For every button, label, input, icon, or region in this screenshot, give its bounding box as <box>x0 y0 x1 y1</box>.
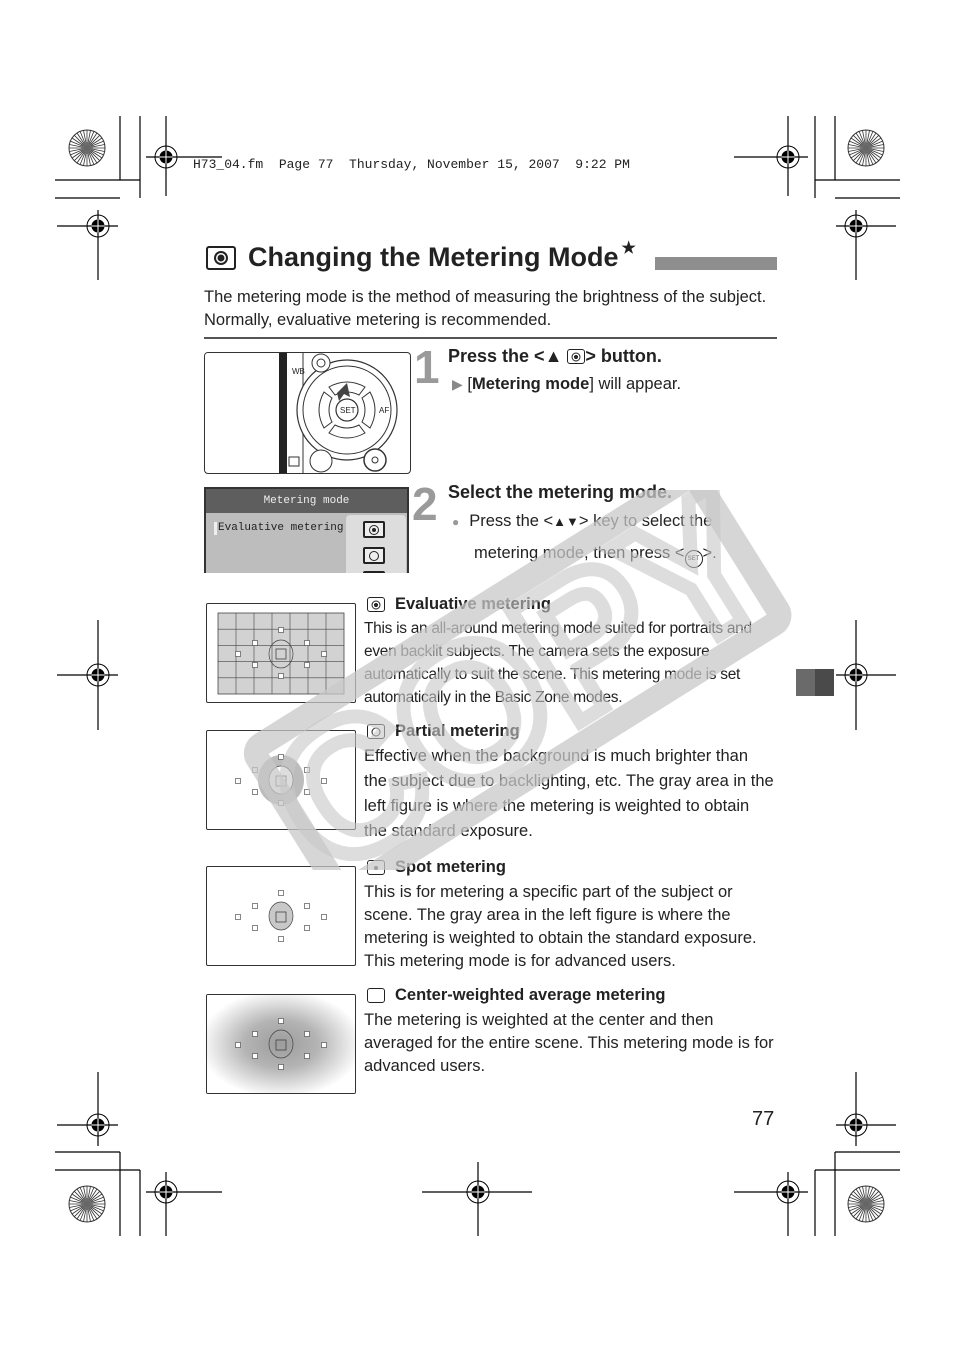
chapter-tab <box>796 669 834 696</box>
bullet-icon: ● <box>452 515 460 529</box>
af-point <box>252 789 258 795</box>
spot-metering-description: This is for metering a specific part of … <box>364 883 757 970</box>
af-point <box>321 651 327 657</box>
center-weighted-metering-figure <box>206 994 356 1094</box>
evaluative-metering-icon <box>363 521 385 538</box>
print-header-file: H73_04.fm <box>193 157 264 172</box>
af-point <box>321 778 327 784</box>
page-title-text: Changing the Metering Mode <box>248 242 619 272</box>
af-point <box>252 1031 258 1037</box>
step-1-result: ▶ [Metering mode] will appear. <box>452 375 682 393</box>
af-point <box>278 627 284 633</box>
page-title: Changing the Metering Mode ★ <box>206 240 636 273</box>
af-point <box>252 925 258 931</box>
step-1-title: Press the <▲ > button. <box>448 346 662 366</box>
center-weighted-metering-icon <box>367 988 385 1003</box>
spot-metering-figure <box>206 866 356 966</box>
print-header-date: Thursday, November 15, 2007 <box>349 157 560 172</box>
star-icon: ★ <box>621 239 636 257</box>
af-point <box>304 640 310 646</box>
step-number-2: 2 <box>412 478 438 530</box>
evaluative-metering-figure <box>206 603 356 703</box>
spot-metering-icon <box>367 860 385 875</box>
print-header-page: Page 77 <box>278 157 334 172</box>
lcd-header: Metering mode <box>206 489 407 513</box>
center-circle <box>268 765 294 795</box>
intro-paragraph: The metering mode is the method of measu… <box>204 288 767 329</box>
step-2-text: ● Press the <▲▼> key to select the meteri… <box>452 509 782 568</box>
result-arrow-icon: ▶ <box>452 376 463 392</box>
evaluative-metering-heading: Evaluative metering <box>367 595 551 614</box>
af-point <box>304 1053 310 1059</box>
spot-metering-heading: Spot metering <box>367 858 506 877</box>
step-2-title: Select the metering mode. <box>448 482 673 502</box>
set-label: SET <box>340 406 356 415</box>
camera-back-illustration: WB SET AF <box>204 352 411 474</box>
camera-controls-drawing: WB SET AF <box>205 353 398 473</box>
af-point <box>235 778 241 784</box>
partial-metering-description: Effective when the background is much br… <box>364 747 774 840</box>
partial-metering-icon <box>367 724 385 739</box>
af-point <box>304 903 310 909</box>
af-point <box>235 914 241 920</box>
evaluative-metering-icon <box>567 349 586 364</box>
wb-label: WB <box>292 367 305 376</box>
af-point <box>304 925 310 931</box>
af-point <box>278 890 284 896</box>
evaluative-metering-icon <box>367 597 385 612</box>
page-number: 77 <box>752 1108 775 1130</box>
step-number-1: 1 <box>414 341 440 393</box>
af-point <box>278 1018 284 1024</box>
partial-metering-heading: Partial metering <box>367 722 520 741</box>
af-point <box>304 767 310 773</box>
divider <box>204 337 777 339</box>
af-point <box>235 651 241 657</box>
af-point <box>278 936 284 942</box>
af-point <box>321 1042 327 1048</box>
af-point <box>278 1064 284 1070</box>
up-down-arrow-icon: ▲▼ <box>553 514 579 529</box>
center-weighted-area <box>207 995 355 1093</box>
up-arrow-icon: ▲ <box>544 346 563 366</box>
spot-metering-icon <box>363 571 385 573</box>
partial-metering-figure <box>206 730 356 830</box>
af-point <box>252 640 258 646</box>
lcd-selected-item: Evaluative metering <box>213 522 344 535</box>
evaluative-metering-description: This is an all-around metering mode suit… <box>364 620 752 706</box>
af-point <box>252 767 258 773</box>
af-point <box>278 673 284 679</box>
center-weighted-metering-description: The metering is weighted at the center a… <box>364 1011 774 1075</box>
af-point <box>304 1031 310 1037</box>
title-bar-decoration <box>655 257 777 270</box>
lcd-mode-icons <box>346 515 406 573</box>
af-point <box>278 800 284 806</box>
print-header: H73_04.fm Page 77 Thursday, November 15,… <box>193 157 630 172</box>
partial-metering-icon <box>363 547 385 564</box>
af-point <box>304 662 310 668</box>
af-point <box>304 789 310 795</box>
set-button-icon: SET <box>684 550 703 568</box>
af-point <box>235 1042 241 1048</box>
af-point <box>252 1053 258 1059</box>
spot-metering-area <box>268 901 294 931</box>
af-label: AF <box>379 406 389 415</box>
af-point <box>252 903 258 909</box>
af-point <box>252 662 258 668</box>
af-point <box>278 754 284 760</box>
evaluative-metering-icon <box>206 245 236 270</box>
lcd-metering-mode-screen: Metering mode Evaluative metering <box>204 487 409 573</box>
print-header-time: 9:22 PM <box>575 157 630 172</box>
af-point <box>321 914 327 920</box>
center-weighted-metering-heading: Center-weighted average metering <box>367 986 666 1005</box>
